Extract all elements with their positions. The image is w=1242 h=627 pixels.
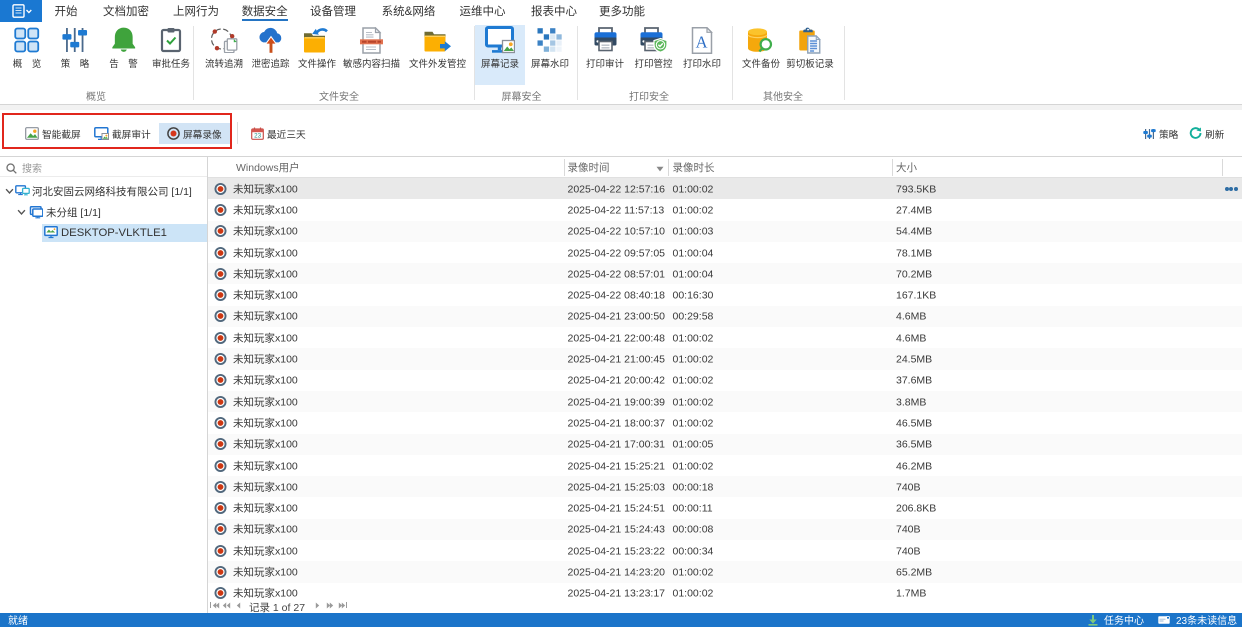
svg-text:A: A — [696, 32, 708, 51]
svg-text:23: 23 — [254, 133, 262, 140]
